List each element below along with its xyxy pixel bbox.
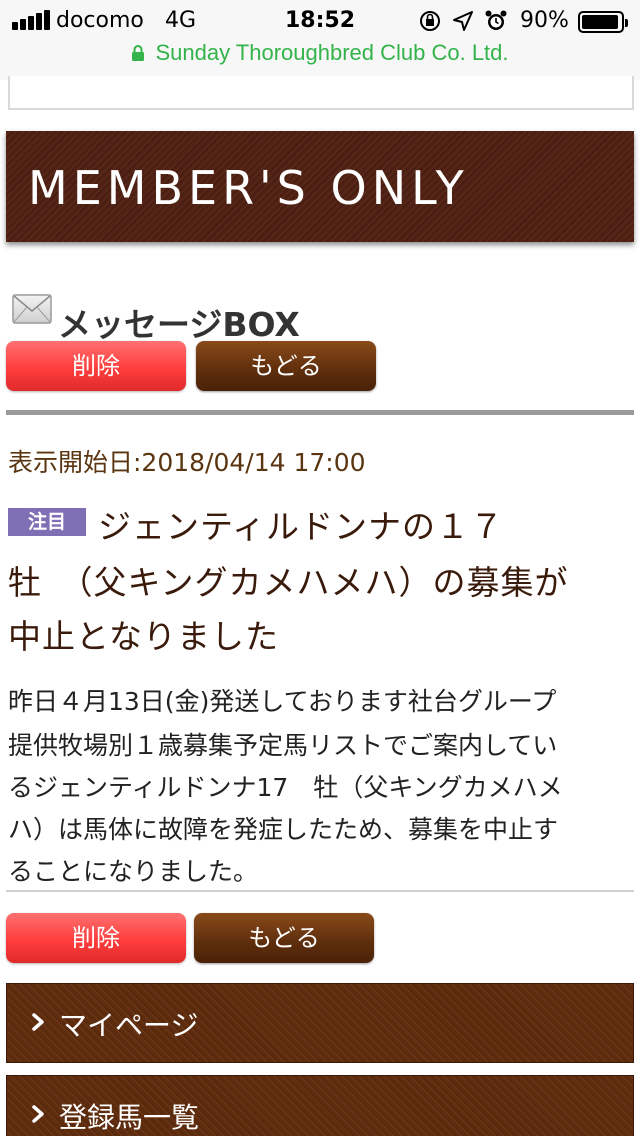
nav-item-label: 登録馬一覧 [59,1101,200,1134]
message-body-line-2: 提供牧場別１歳募集予定馬リストでご案内してい [8,731,558,760]
message-title-line-2: 牡 （父キングカメハメハ）の募集が [8,563,569,602]
delete-button[interactable]: 削除 [6,341,186,391]
page-title: メッセージBOX [58,305,300,344]
chevron-right-icon [32,1013,44,1031]
previous-section-box [8,76,634,110]
address-bar[interactable]: Sunday Thoroughbred Club Co. Ltd. [0,40,640,66]
lock-icon [132,45,145,61]
members-banner: MEMBER'S ONLY [6,131,634,242]
alarm-icon [485,10,507,30]
divider [6,410,634,415]
message-body-line-1: 昨日４月13日(金)発送しております社台グループ [8,687,557,716]
envelope-icon [12,294,52,324]
chevron-right-icon [32,1105,44,1123]
message-body-line-4: ハ）は馬体に故障を発症したため、募集を中止す [8,815,559,844]
nav-item-label: マイページ [59,1009,199,1042]
screen: docomo 4G 18:52 90% Sunday Thoroughbred … [0,0,640,1136]
message-body-line-5: ることになりました。 [8,857,259,886]
site-url: Sunday Thoroughbred Club Co. Ltd. [155,40,509,65]
message-title-line-1: ジェンティルドンナの１７ [98,507,505,546]
location-icon [453,11,473,31]
nav-item-mypage[interactable]: マイページ [6,983,634,1063]
battery-icon [578,11,628,33]
orientation-lock-icon [420,11,440,31]
status-bar: docomo 4G 18:52 90% Sunday Thoroughbred … [0,0,640,80]
battery-percent: 90% [520,8,569,33]
display-start-date: 表示開始日:2018/04/14 17:00 [8,448,366,477]
message-title-line-3: 中止となりました [8,617,280,656]
message-body-line-3: るジェンティルドンナ17 牡（父キングカメハメ [8,773,563,802]
featured-tag: 注目 [8,508,86,536]
back-button[interactable]: もどる [196,341,376,391]
back-button[interactable]: もどる [194,913,374,963]
nav-item-registered-horses[interactable]: 登録馬一覧 [6,1075,634,1136]
divider [6,890,634,892]
banner-title: MEMBER'S ONLY [28,161,469,215]
delete-button[interactable]: 削除 [6,913,186,963]
